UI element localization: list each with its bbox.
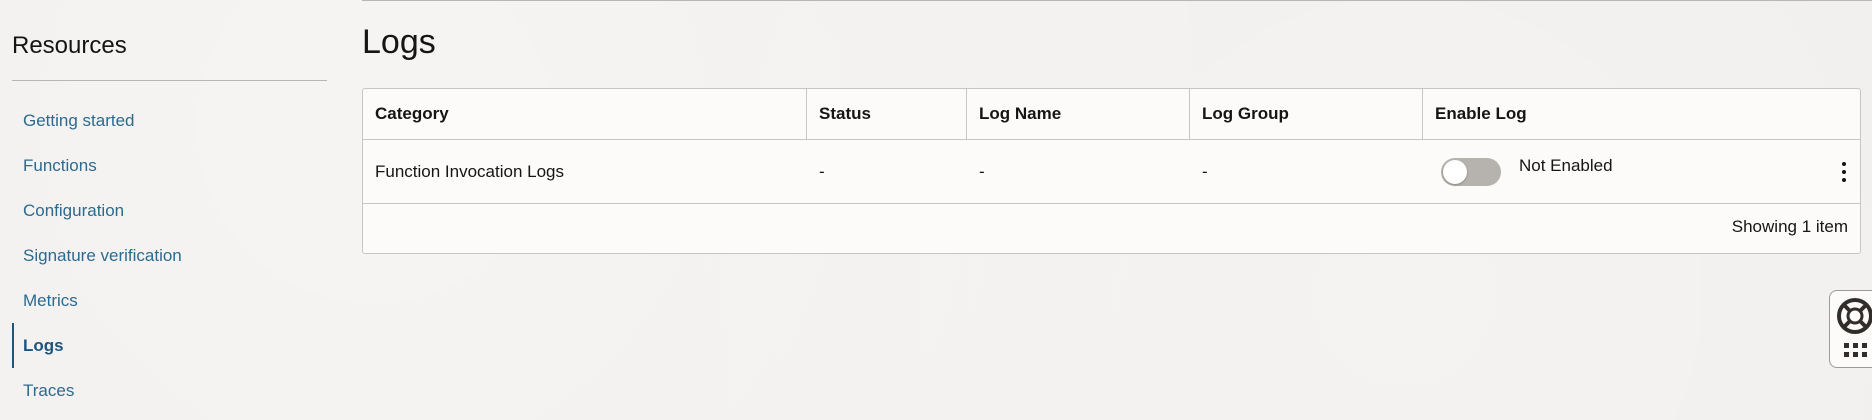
logs-table: Category Status Log Name Log Group Enabl… <box>362 88 1861 254</box>
sidebar-title: Resources <box>12 32 127 59</box>
column-header-category[interactable]: Category <box>363 89 807 139</box>
table-header-row: Category Status Log Name Log Group Enabl… <box>363 89 1860 140</box>
cell-log-name: - <box>979 161 985 181</box>
column-header-enable-log[interactable]: Enable Log <box>1423 89 1860 139</box>
sidebar-item-configuration[interactable]: Configuration <box>12 188 327 233</box>
sidebar-item-logs[interactable]: Logs <box>12 323 327 368</box>
resources-nav: Getting started Functions Configuration … <box>12 98 327 413</box>
cell-log-group: - <box>1202 161 1208 181</box>
cell-category: Function Invocation Logs <box>375 161 565 181</box>
kebab-menu-icon[interactable] <box>1838 162 1850 182</box>
sidebar-item-functions[interactable]: Functions <box>12 143 327 188</box>
sidebar-divider <box>12 80 327 81</box>
sidebar-item-traces[interactable]: Traces <box>12 368 327 413</box>
sidebar-item-signature-verification[interactable]: Signature verification <box>12 233 327 278</box>
lifebuoy-icon[interactable] <box>1836 297 1872 335</box>
toggle-knob <box>1443 159 1467 184</box>
cell-enable-log: Not Enabled <box>1423 140 1860 203</box>
enable-log-status: Not Enabled <box>1519 155 1613 175</box>
sidebar-item-getting-started[interactable]: Getting started <box>12 98 327 143</box>
table-item-count: Showing 1 item <box>1731 217 1848 236</box>
column-header-status[interactable]: Status <box>807 89 967 139</box>
column-header-log-name[interactable]: Log Name <box>967 89 1190 139</box>
sidebar-item-metrics[interactable]: Metrics <box>12 278 327 323</box>
grid-icon[interactable] <box>1844 343 1867 357</box>
help-widget[interactable] <box>1829 290 1872 368</box>
cell-status: - <box>819 161 825 181</box>
column-header-log-group[interactable]: Log Group <box>1190 89 1423 139</box>
table-row: Function Invocation Logs - - - Not Enabl… <box>363 140 1860 204</box>
enable-log-toggle[interactable] <box>1441 157 1501 186</box>
page-title: Logs <box>362 23 436 61</box>
top-divider <box>362 0 1872 1</box>
